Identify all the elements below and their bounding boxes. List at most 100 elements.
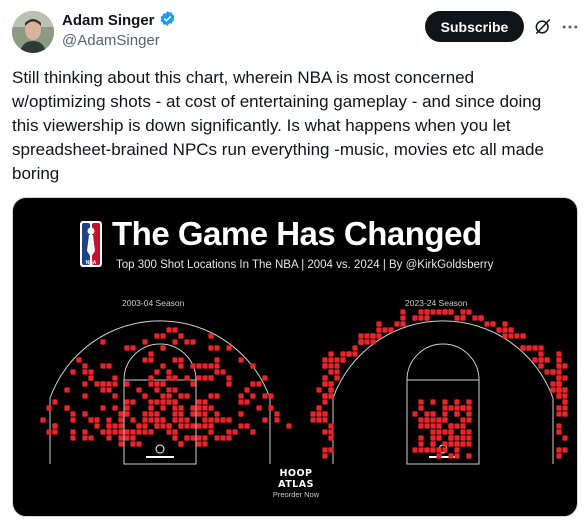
shot-location-dot: [148, 399, 154, 405]
shot-location-dot: [88, 369, 94, 375]
shot-location-dot: [466, 405, 472, 411]
author-name[interactable]: Adam Singer: [62, 10, 176, 31]
shot-location-dot: [556, 357, 562, 363]
shot-location-dot: [538, 345, 544, 351]
shot-location-dot: [376, 327, 382, 333]
shot-location-dot: [118, 429, 124, 435]
more-options-icon[interactable]: [558, 15, 582, 39]
shot-location-dot: [214, 393, 220, 399]
shot-location-dot: [430, 435, 436, 441]
shot-location-dot: [424, 411, 430, 417]
shot-location-dot: [100, 339, 106, 345]
shot-location-dot: [214, 435, 220, 441]
shot-location-dot: [328, 381, 334, 387]
shot-location-dot: [70, 369, 76, 375]
shot-location-dot: [148, 411, 154, 417]
shot-location-dot: [196, 435, 202, 441]
shot-location-dot: [100, 429, 106, 435]
shot-location-dot: [328, 429, 334, 435]
shot-location-dot: [562, 387, 568, 393]
shot-location-dot: [436, 417, 442, 423]
shot-location-dot: [442, 411, 448, 417]
shot-location-dot: [436, 435, 442, 441]
grok-icon[interactable]: [531, 15, 555, 39]
shot-location-dot: [328, 363, 334, 369]
shot-location-dot: [100, 387, 106, 393]
shot-location-dot: [418, 315, 424, 321]
subscribe-button[interactable]: Subscribe: [425, 11, 524, 42]
shot-location-dot: [556, 411, 562, 417]
tweet-media[interactable]: NBA The Game Has Changed Top 300 Shot Lo…: [12, 197, 578, 517]
shot-location-dot: [100, 363, 106, 369]
shot-location-dot: [214, 345, 220, 351]
shot-location-dot: [250, 429, 256, 435]
shot-location-dot: [250, 363, 256, 369]
shot-location-dot: [202, 441, 208, 447]
shot-location-dot: [142, 429, 148, 435]
shot-location-dot: [550, 369, 556, 375]
shot-location-dot: [448, 435, 454, 441]
shot-location-dot: [460, 309, 466, 315]
shot-location-dot: [226, 429, 232, 435]
shot-location-dot: [562, 363, 568, 369]
shot-location-dot: [400, 315, 406, 321]
shot-location-dot: [190, 405, 196, 411]
shot-location-dot: [442, 417, 448, 423]
shot-location-dot: [382, 327, 388, 333]
shot-location-dot: [418, 417, 424, 423]
shot-location-dot: [214, 417, 220, 423]
shot-location-dot: [118, 441, 124, 447]
shot-location-dot: [358, 339, 364, 345]
court-left-2004: [40, 320, 292, 465]
verified-badge-icon: [159, 10, 176, 31]
shot-location-dot: [436, 423, 442, 429]
shot-location-dot: [412, 315, 418, 321]
shot-location-dot: [436, 309, 442, 315]
shot-location-dot: [556, 405, 562, 411]
shot-location-dot: [508, 327, 514, 333]
shot-location-dot: [508, 333, 514, 339]
shot-location-dot: [196, 411, 202, 417]
shot-location-dot: [64, 405, 70, 411]
shot-location-dot: [112, 405, 118, 411]
shot-location-dot: [136, 423, 142, 429]
shot-location-dot: [556, 387, 562, 393]
shot-location-dot: [106, 429, 112, 435]
shot-location-dot: [160, 405, 166, 411]
shot-location-dot: [226, 435, 232, 441]
shot-location-dot: [136, 441, 142, 447]
shot-location-dot: [544, 369, 550, 375]
avatar[interactable]: [12, 11, 54, 53]
shot-location-dot: [556, 429, 562, 435]
author-handle[interactable]: @AdamSinger: [62, 32, 160, 49]
shot-location-dot: [322, 417, 328, 423]
shot-location-dot: [538, 351, 544, 357]
shot-location-dot: [460, 429, 466, 435]
shot-location-dot: [442, 441, 448, 447]
shot-location-dot: [238, 423, 244, 429]
shot-location-dot: [466, 429, 472, 435]
shot-location-dot: [448, 429, 454, 435]
shot-location-dot: [106, 417, 112, 423]
shot-location-dot: [112, 375, 118, 381]
shot-location-dot: [166, 369, 172, 375]
shot-location-dot: [562, 375, 568, 381]
shot-location-dot: [220, 435, 226, 441]
shot-location-dot: [130, 399, 136, 405]
shot-location-dot: [250, 381, 256, 387]
author-name-text[interactable]: Adam Singer: [62, 12, 155, 29]
shot-location-dot: [436, 453, 442, 459]
shot-location-dot: [88, 417, 94, 423]
shot-location-dot: [202, 435, 208, 441]
shot-location-dot: [424, 309, 430, 315]
shot-location-dot: [370, 333, 376, 339]
shot-location-dot: [172, 399, 178, 405]
shot-location-dot: [208, 363, 214, 369]
shot-location-dot: [64, 387, 70, 393]
shot-location-dot: [100, 381, 106, 387]
shot-location-dot: [436, 447, 442, 453]
shot-location-dot: [328, 369, 334, 375]
shot-location-dot: [154, 369, 160, 375]
hoop-atlas-badge[interactable]: HOOP ATLAS Preorder Now: [266, 468, 326, 499]
shot-location-dot: [70, 417, 76, 423]
